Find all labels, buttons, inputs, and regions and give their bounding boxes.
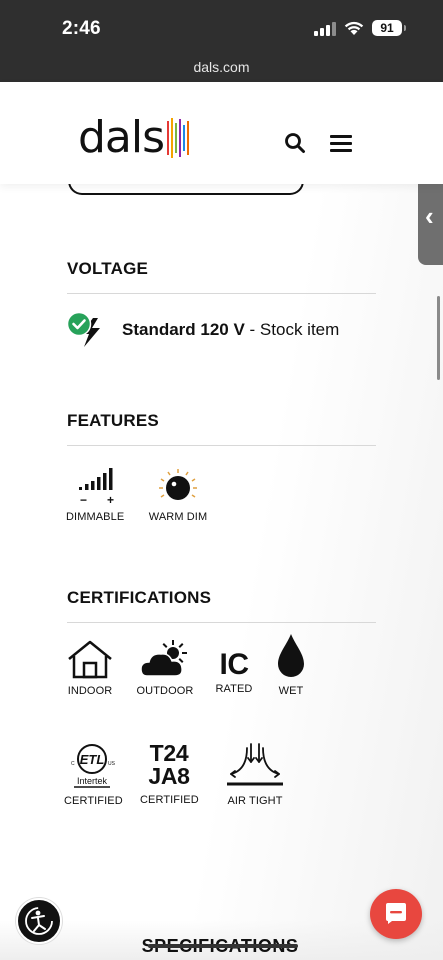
wifi-icon [344, 21, 364, 35]
feature-label: DIMMABLE [66, 511, 125, 523]
scrollbar[interactable] [437, 296, 440, 380]
chat-button[interactable] [370, 889, 422, 939]
features-title: FEATURES [67, 411, 159, 430]
status-bar: 2:46 91 [0, 0, 443, 56]
house-icon [68, 640, 112, 679]
cert-label: CERTIFIED [64, 795, 123, 807]
cert-ic-rated: IC RATED [210, 648, 258, 696]
voltage-title: VOLTAGE [67, 259, 149, 278]
etl-intertek-icon: ETL C US Intertek [71, 744, 116, 788]
page-background [0, 184, 443, 960]
cert-label: AIR TIGHT [227, 795, 283, 807]
battery-icon: 91 [372, 20, 406, 36]
cert-t24-ja8: T24 JA8 CERTIFIED [140, 740, 199, 807]
divider [67, 293, 376, 294]
ja8-icon: JA8 [148, 763, 190, 789]
feature-dimmable: − + DIMMABLE [66, 464, 124, 523]
url-bar[interactable]: dals.com [0, 56, 443, 82]
feature-label: WARM DIM [148, 511, 208, 523]
divider [67, 622, 376, 623]
certifications-title: CERTIFICATIONS [67, 588, 212, 607]
svg-text:Intertek: Intertek [77, 776, 108, 786]
voltage-row: Standard 120 V - Stock item [67, 312, 387, 352]
accessibility-icon [25, 907, 53, 935]
cert-label: WET [278, 685, 304, 697]
sun-cloud-icon [140, 640, 187, 677]
logo-text: dals [78, 112, 165, 163]
hamburger-menu-icon[interactable] [330, 135, 352, 152]
cert-indoor: INDOOR [64, 638, 116, 697]
cert-label: RATED [215, 683, 253, 695]
ic-icon: IC [219, 648, 250, 681]
cert-label: CERTIFIED [140, 794, 199, 806]
svg-text:US: US [108, 761, 116, 767]
dimmer-bars-icon: − + [79, 468, 114, 507]
feature-warm-dim: WARM DIM [146, 466, 210, 523]
cert-etl: ETL C US Intertek CERTIFIED [64, 742, 123, 807]
specifications-underline [148, 944, 298, 948]
svg-text:−: − [80, 493, 87, 506]
t24-icon: T24 [149, 740, 189, 766]
status-time: 2:46 [62, 18, 101, 39]
chevron-left-icon: ‹ [425, 201, 434, 231]
water-drop-icon [278, 634, 304, 677]
cert-label: INDOOR [67, 685, 113, 697]
chat-icon [386, 903, 406, 924]
cert-label: OUTDOOR [136, 685, 194, 697]
svg-text:C: C [71, 761, 75, 767]
dals-logo[interactable]: dals [78, 112, 190, 163]
accessibility-button[interactable] [16, 898, 62, 944]
site-header: dals [0, 82, 443, 184]
svg-text:+: + [107, 493, 114, 506]
svg-text:ETL: ETL [80, 752, 105, 767]
cert-wet: WET [272, 632, 310, 697]
cellular-signal-icon [314, 22, 336, 36]
cert-air-tight: AIR TIGHT [222, 740, 288, 807]
divider [67, 445, 376, 446]
check-lightning-icon [67, 312, 100, 347]
air-tight-icon [227, 743, 283, 786]
voltage-value: Standard 120 V - Stock item [122, 320, 340, 339]
search-icon[interactable] [284, 132, 306, 154]
logo-color-bars [167, 118, 190, 158]
warm-dim-icon [159, 469, 197, 500]
cert-outdoor: OUTDOOR [136, 638, 194, 697]
